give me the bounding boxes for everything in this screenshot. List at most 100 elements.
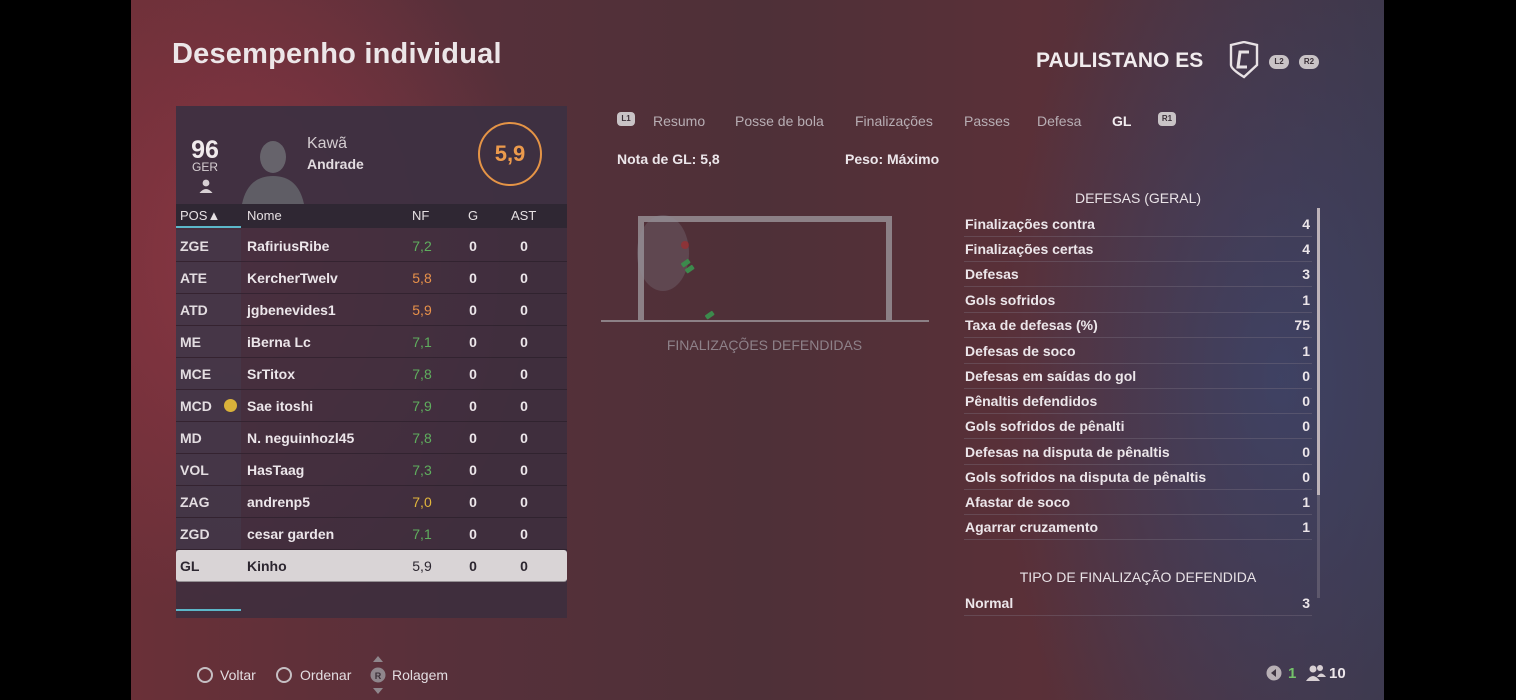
row-pos: ZAG [180, 494, 210, 510]
row-pos: MCE [180, 366, 212, 382]
row-ast: 0 [520, 302, 528, 318]
row-g: 0 [469, 366, 477, 382]
table-row[interactable]: ZGD cesar garden 7,1 0 0 [176, 518, 567, 550]
tab-resumo[interactable]: Resumo [653, 113, 705, 129]
tab-defesa[interactable]: Defesa [1037, 113, 1081, 129]
network-icon [1266, 665, 1282, 681]
goal-marker [681, 241, 689, 249]
right-stick-icon[interactable]: R [369, 655, 387, 695]
row-g: 0 [469, 430, 477, 446]
column-pos-sort[interactable]: POS▲ [180, 208, 220, 223]
row-ast: 0 [520, 526, 528, 542]
row-pos: ATE [180, 270, 207, 286]
stat-row: Defesas na disputa de pênaltis 0 [964, 439, 1312, 465]
column-name[interactable]: Nome [247, 208, 282, 223]
l2-button[interactable]: L2 [1269, 55, 1289, 69]
column-g[interactable]: G [468, 208, 478, 223]
row-name: RafiriusRibe [247, 238, 330, 254]
back-action[interactable]: Voltar [220, 667, 256, 683]
table-row[interactable]: ATD jgbenevides1 5,9 0 0 [176, 294, 567, 326]
player-avatar [242, 141, 304, 204]
table-row[interactable]: ZAG andrenp5 7,0 0 0 [176, 486, 567, 518]
row-name: cesar garden [247, 526, 335, 542]
row-pos: VOL [180, 462, 209, 478]
tab-finalizacoes[interactable]: Finalizações [855, 113, 933, 129]
stat-row: Normal 3 [964, 590, 1312, 616]
stat-row: Agarrar cruzamento 1 [964, 514, 1312, 540]
row-nf: 7,8 [412, 430, 432, 446]
row-ast: 0 [520, 334, 528, 350]
l1-button[interactable]: L1 [617, 112, 635, 126]
row-ast: 0 [520, 430, 528, 446]
stat-row: Finalizações contra 4 [964, 211, 1312, 237]
row-g: 0 [469, 494, 477, 510]
row-pos: ZGD [180, 526, 210, 542]
tab-gl[interactable]: GL [1112, 113, 1131, 129]
row-nf: 7,2 [412, 238, 432, 254]
column-marker [176, 609, 241, 611]
row-name: SrTitox [247, 366, 295, 382]
goal-saves-diagram [601, 215, 929, 322]
row-name: Sae itoshi [247, 398, 314, 414]
shot-type-title: TIPO DE FINALIZAÇÃO DEFENDIDA [1019, 569, 1257, 585]
stat-row: Defesas 3 [964, 261, 1312, 287]
player-header: 96 GER Kawã Andrade 5,9 [176, 106, 567, 204]
stat-row: Defesas em saídas do gol 0 [964, 363, 1312, 389]
row-nf: 7,9 [412, 398, 432, 414]
table-row[interactable]: ATE KercherTwelv 5,8 0 0 [176, 262, 567, 294]
r2-button[interactable]: R2 [1299, 55, 1319, 69]
stat-row: Pênaltis defendidos 0 [964, 388, 1312, 414]
column-nf[interactable]: NF [412, 208, 429, 223]
table-row[interactable]: VOL HasTaag 7,3 0 0 [176, 454, 567, 486]
row-name: jgbenevides1 [247, 302, 336, 318]
players-count: 10 [1329, 665, 1346, 682]
table-row[interactable]: MCD Sae itoshi 7,9 0 0 [176, 390, 567, 422]
column-ast[interactable]: AST [511, 208, 536, 223]
row-g: 0 [469, 334, 477, 350]
player-rating: 5,9 [478, 122, 542, 186]
tab-posse-de-bola[interactable]: Posse de bola [735, 113, 824, 129]
row-pos: GL [180, 558, 200, 574]
row-g: 0 [469, 398, 477, 414]
emoji-badge-icon [224, 399, 237, 412]
stats-scrollbar-thumb[interactable] [1317, 208, 1320, 495]
row-g: 0 [469, 270, 477, 286]
stat-row: Defesas de soco 1 [964, 338, 1312, 364]
person-icon [199, 179, 213, 193]
row-g: 0 [469, 526, 477, 542]
row-pos: ME [180, 334, 201, 350]
network-count: 1 [1288, 665, 1297, 682]
club-crest-icon [1229, 41, 1259, 79]
saves-diagram-label: FINALIZAÇÕES DEFENDIDAS [666, 337, 863, 353]
team-name: PAULISTANO ES [1036, 49, 1204, 72]
row-nf: 5,9 [412, 302, 432, 318]
sort-action[interactable]: Ordenar [300, 667, 351, 683]
table-header: POS▲ Nome NF G AST [176, 204, 567, 228]
page-title: Desempenho individual [172, 38, 502, 70]
row-nf: 7,3 [412, 462, 432, 478]
gk-rating-note: Nota de GL: 5,8 [617, 151, 720, 167]
table-row[interactable]: MCE SrTitox 7,8 0 0 [176, 358, 567, 390]
row-ast: 0 [520, 558, 528, 574]
table-row[interactable]: ZGE RafiriusRibe 7,2 0 0 [176, 230, 567, 262]
row-ast: 0 [520, 462, 528, 478]
row-name: Kinho [247, 558, 287, 574]
sort-indicator [176, 226, 241, 228]
circle-button-icon[interactable] [197, 667, 213, 683]
r1-button[interactable]: R1 [1158, 112, 1176, 126]
square-button-icon[interactable] [276, 667, 292, 683]
stat-row: Taxa de defesas (%) 75 [964, 312, 1312, 338]
table-row[interactable]: ME iBerna Lc 7,1 0 0 [176, 326, 567, 358]
table-row-selected[interactable]: GL Kinho 5,9 0 0 [176, 550, 567, 582]
tab-passes[interactable]: Passes [964, 113, 1010, 129]
row-g: 0 [469, 302, 477, 318]
table-row[interactable]: MD N. neguinhozl45 7,8 0 0 [176, 422, 567, 454]
row-g: 0 [469, 462, 477, 478]
row-ast: 0 [520, 238, 528, 254]
row-nf: 5,8 [412, 270, 432, 286]
scroll-action[interactable]: Rolagem [392, 667, 448, 683]
row-nf: 7,0 [412, 494, 432, 510]
row-g: 0 [469, 558, 477, 574]
row-ast: 0 [520, 366, 528, 382]
players-icon [1306, 665, 1326, 681]
